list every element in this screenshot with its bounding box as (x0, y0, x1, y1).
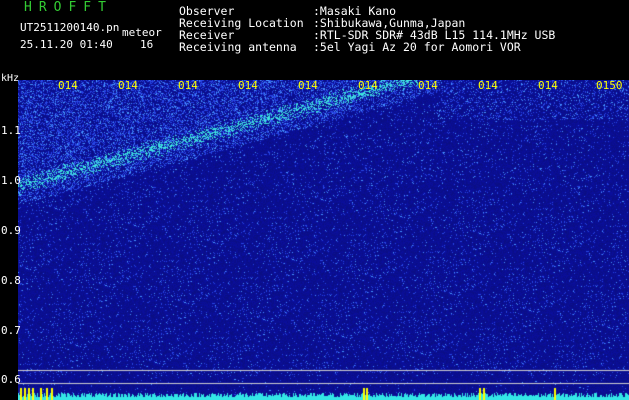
x-tick-label: 014 (178, 79, 198, 92)
y-tick-label: 0.6 (1, 373, 21, 386)
x-tick-label: 014 (58, 79, 78, 92)
timestamp: 25.11.20 01:40 (20, 38, 113, 51)
x-tick-label: 014 (418, 79, 438, 92)
x-tick-label: 014 (118, 79, 138, 92)
hrofft-logo: HROFFT (24, 0, 113, 15)
file-name: UT2511200140.pn (20, 21, 120, 34)
x-tick-label: 014 (238, 79, 258, 92)
event-count: 16 (140, 38, 154, 51)
x-tick-label: 014 (478, 79, 498, 92)
x-tick-label: 014 (298, 79, 318, 92)
y-tick-label: 0.8 (1, 274, 21, 287)
y-tick-label: 1.1 (1, 124, 21, 137)
y-tick-label: 1.0 (1, 174, 21, 187)
antenna-value: :5el Yagi Az 20 for Aomori VOR (313, 40, 521, 54)
spectrogram-plot (18, 80, 629, 400)
antenna-label: Receiving antenna (179, 40, 297, 54)
x-tick-label: 0150 (596, 79, 623, 92)
x-tick-label: 014 (358, 79, 378, 92)
y-tick-label: 0.9 (1, 224, 21, 237)
y-tick-label: 0.7 (1, 324, 21, 337)
x-tick-label: 014 (538, 79, 558, 92)
frequency-unit-label: kHz (1, 73, 20, 84)
